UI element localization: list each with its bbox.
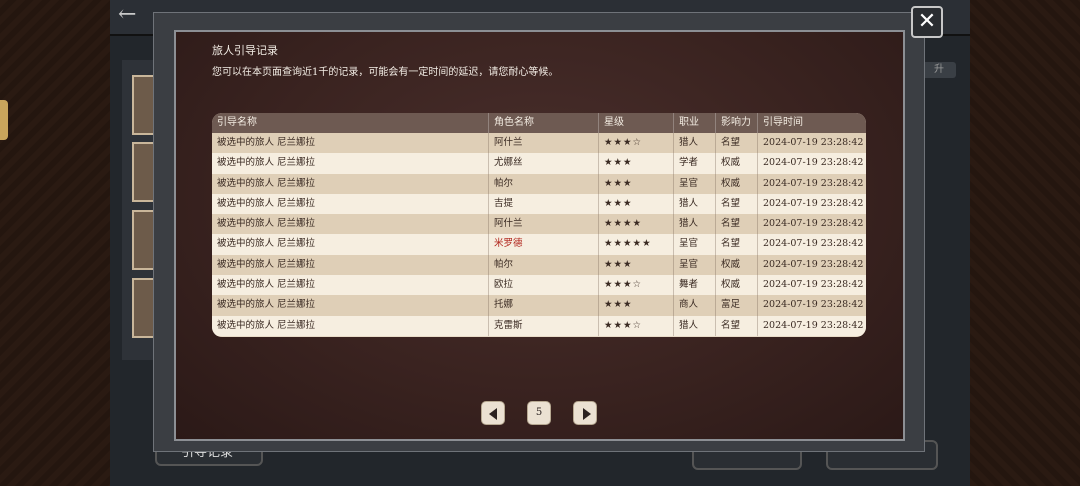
influence-cell: 权威 xyxy=(716,254,758,276)
job-cell: 学者 xyxy=(674,153,716,174)
star-rating-cell: ★★★ xyxy=(599,153,674,174)
character-name-cell: 阿什兰 xyxy=(489,214,599,235)
side-tab[interactable] xyxy=(0,100,8,140)
influence-cell: 名望 xyxy=(716,315,758,336)
star-rating-cell: ★★★ xyxy=(599,193,674,215)
column-header-character: 角色名称 xyxy=(489,113,599,133)
table-row: 被选中的旅人 尼兰娜拉 帕尔 ★★★ 呈官 权威 2024-07-19 23:28:42 xyxy=(212,173,866,194)
table-row: 被选中的旅人 尼兰娜拉 阿什兰 ★★★★ 猎人 名望 2024-07-19 23:28:4… xyxy=(212,214,866,235)
star-rating-cell: ★★★☆ xyxy=(599,133,674,154)
guide-name-cell: 被选中的旅人 尼兰娜拉 xyxy=(212,234,489,255)
job-cell: 猎人 xyxy=(674,315,716,336)
star-rating-cell: ★★★★ xyxy=(599,214,674,235)
guide-time-cell: 2024-07-19 23:28:42 xyxy=(763,137,864,148)
arrow-right-icon xyxy=(583,408,591,420)
page-number: 5 xyxy=(527,401,551,425)
guide-name-cell: 被选中的旅人 尼兰娜拉 xyxy=(212,315,489,336)
influence-cell: 名望 xyxy=(716,193,758,215)
character-name-cell: 托娜 xyxy=(489,295,599,316)
background-left xyxy=(0,0,110,486)
job-cell: 呈官 xyxy=(674,173,716,194)
table-row: 被选中的旅人 尼兰娜拉 尤娜丝 ★★★ 学者 权威 2024-07-19 23:28:42 xyxy=(212,153,866,174)
job-cell: 猎人 xyxy=(674,214,716,235)
guide-name-cell: 被选中的旅人 尼兰娜拉 xyxy=(212,275,489,296)
guide-time-cell: 2024-07-19 23:28:42 xyxy=(763,238,864,250)
column-header-guide: 引导名称 xyxy=(212,113,489,133)
character-name-cell: 帕尔 xyxy=(489,254,599,276)
guide-time-cell: 2024-07-19 23:28:42 xyxy=(763,157,864,169)
guide-time-cell: 2024-07-19 23:28:42 xyxy=(763,218,864,230)
column-header-time: 引导时间 xyxy=(763,117,803,128)
character-name-cell: 尤娜丝 xyxy=(489,153,599,174)
job-cell: 猎人 xyxy=(674,133,716,154)
column-header-job: 职业 xyxy=(674,113,716,133)
background-right xyxy=(970,0,1080,486)
job-cell: 呈官 xyxy=(674,234,716,255)
back-arrow-icon[interactable]: ← xyxy=(118,4,156,28)
guide-name-cell: 被选中的旅人 尼兰娜拉 xyxy=(212,193,489,215)
guide-name-cell: 被选中的旅人 尼兰娜拉 xyxy=(212,153,489,174)
upgrade-button[interactable]: 升 xyxy=(922,62,956,78)
guide-name-cell: 被选中的旅人 尼兰娜拉 xyxy=(212,133,489,154)
table-body: 被选中的旅人 尼兰娜拉 阿什兰 ★★★☆ 猎人 名望 2024-07-19 23:28:4… xyxy=(212,133,866,336)
character-name-cell: 阿什兰 xyxy=(489,133,599,154)
character-name-cell: 米罗德 xyxy=(489,234,599,255)
guide-time-cell: 2024-07-19 23:28:42 xyxy=(763,299,864,311)
influence-cell: 权威 xyxy=(716,173,758,194)
star-rating-cell: ★★★ xyxy=(599,295,674,316)
influence-cell: 权威 xyxy=(716,275,758,296)
guide-time-cell: 2024-07-19 23:28:42 xyxy=(763,319,864,331)
dialog-description: 您可以在本页面查询近1千的记录，可能会有一定时间的延迟，请您耐心等候。 xyxy=(212,67,559,78)
guide-record-table: 引导名称 角色名称 星级 职业 影响力 引导时间 被选中的旅人 尼兰娜拉 阿什兰 ★… xyxy=(212,113,866,337)
dialog-title: 旅人引导记录 xyxy=(212,44,278,57)
column-header-stars: 星级 xyxy=(599,113,674,133)
influence-cell: 名望 xyxy=(716,214,758,235)
influence-cell: 名望 xyxy=(716,133,758,154)
influence-cell: 富足 xyxy=(716,295,758,316)
job-cell: 呈官 xyxy=(674,254,716,276)
guide-time-cell: 2024-07-19 23:28:42 xyxy=(763,279,864,291)
prev-page-button[interactable] xyxy=(481,401,505,425)
guide-time-cell: 2024-07-19 23:28:42 xyxy=(763,258,864,270)
character-name-cell: 吉提 xyxy=(489,193,599,215)
arrow-left-icon xyxy=(489,408,497,420)
star-rating-cell: ★★★☆ xyxy=(599,315,674,336)
job-cell: 猎人 xyxy=(674,193,716,215)
character-name-cell: 欧拉 xyxy=(489,275,599,296)
table-header: 引导名称 角色名称 星级 职业 影响力 引导时间 xyxy=(212,113,866,133)
character-name-cell: 帕尔 xyxy=(489,173,599,194)
influence-cell: 权威 xyxy=(716,153,758,174)
table-row: 被选中的旅人 尼兰娜拉 米罗德 ★★★★★ 呈官 名望 2024-07-19 23:28:… xyxy=(212,234,866,255)
star-rating-cell: ★★★☆ xyxy=(599,275,674,296)
guide-name-cell: 被选中的旅人 尼兰娜拉 xyxy=(212,214,489,235)
column-header-influence: 影响力 xyxy=(716,113,758,133)
character-name-cell: 克雷斯 xyxy=(489,315,599,336)
table-row: 被选中的旅人 尼兰娜拉 托娜 ★★★ 商人 富足 2024-07-19 23:28:42 xyxy=(212,295,866,316)
guide-name-cell: 被选中的旅人 尼兰娜拉 xyxy=(212,173,489,194)
guide-time-cell: 2024-07-19 23:28:42 xyxy=(763,177,864,189)
star-rating-cell: ★★★★★ xyxy=(599,234,674,255)
guide-time-cell: 2024-07-19 23:28:42 xyxy=(763,197,864,209)
table-row: 被选中的旅人 尼兰娜拉 欧拉 ★★★☆ 舞者 权威 2024-07-19 23:28:42 xyxy=(212,275,866,296)
star-rating-cell: ★★★ xyxy=(599,254,674,276)
table-row: 被选中的旅人 尼兰娜拉 帕尔 ★★★ 呈官 权威 2024-07-19 23:28:42 xyxy=(212,254,866,276)
influence-cell: 名望 xyxy=(716,234,758,255)
guide-name-cell: 被选中的旅人 尼兰娜拉 xyxy=(212,254,489,276)
table-row: 被选中的旅人 尼兰娜拉 克雷斯 ★★★☆ 猎人 名望 2024-07-19 23:28:4… xyxy=(212,315,866,336)
guide-name-cell: 被选中的旅人 尼兰娜拉 xyxy=(212,295,489,316)
job-cell: 商人 xyxy=(674,295,716,316)
close-button[interactable]: ✕ xyxy=(911,6,943,38)
next-page-button[interactable] xyxy=(573,401,597,425)
table-row: 被选中的旅人 尼兰娜拉 阿什兰 ★★★☆ 猎人 名望 2024-07-19 23:28:4… xyxy=(212,133,866,154)
table-row: 被选中的旅人 尼兰娜拉 吉提 ★★★ 猎人 名望 2024-07-19 23:28:42 xyxy=(212,193,866,215)
job-cell: 舞者 xyxy=(674,275,716,296)
star-rating-cell: ★★★ xyxy=(599,173,674,194)
